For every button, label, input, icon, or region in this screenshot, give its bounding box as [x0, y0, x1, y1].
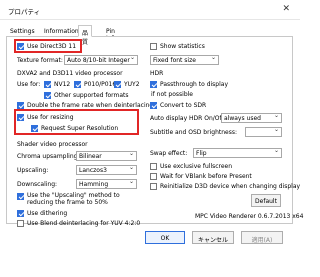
highlight-resizing: [14, 109, 139, 135]
apply-button[interactable]: 適用(A): [241, 231, 283, 244]
checkbox-icon: [150, 183, 157, 190]
checkbox-icon: [150, 163, 157, 170]
p010-checkbox[interactable]: P010/P016: [74, 80, 116, 89]
chroma-label: Chroma upsampling:: [17, 153, 80, 160]
yuy2-label: YUY2: [124, 81, 140, 88]
highlight-d3d11: [14, 39, 82, 53]
checkbox-icon: [150, 173, 157, 180]
other-formats-checkbox[interactable]: Other supported formats: [44, 91, 129, 100]
hdr-group-label: HDR: [150, 70, 164, 77]
use-for-label: Use for:: [17, 81, 41, 88]
reinitialize-checkbox[interactable]: Reinitialize D3D device when changing di…: [150, 182, 300, 191]
yuy2-checkbox[interactable]: YUY2: [114, 80, 140, 89]
show-statistics-checkbox[interactable]: Show statistics: [150, 42, 205, 51]
texture-format-select[interactable]: Auto 8/10-bit Integer: [64, 55, 138, 65]
checkbox-icon: [150, 43, 157, 50]
ok-button[interactable]: OK: [145, 231, 185, 244]
auto-hdr-select[interactable]: always used: [221, 113, 282, 123]
other-formats-label: Other supported formats: [54, 92, 129, 99]
use-upscaling-method-label: Use the "Upscaling" method to reducing t…: [27, 192, 120, 206]
title-bar: プロパティ ✕: [0, 0, 300, 20]
font-size-select[interactable]: Fixed font size: [150, 55, 219, 65]
checkbox-icon: [17, 220, 24, 227]
subtitle-brightness-input[interactable]: [245, 127, 282, 137]
show-statistics-label: Show statistics: [160, 43, 205, 50]
use-dithering-checkbox[interactable]: Use dithering: [17, 209, 67, 218]
tab-quality[interactable]: 品質: [78, 25, 93, 46]
checkbox-icon: [17, 102, 24, 109]
auto-hdr-label: Auto display HDR On/Off:: [150, 115, 226, 122]
swap-effect-select[interactable]: Flip: [193, 148, 282, 158]
window-title: プロパティ: [8, 8, 41, 16]
upscaling-select[interactable]: Lanczos3: [76, 165, 137, 175]
checkbox-icon: [114, 81, 121, 88]
upscaling-label: Upscaling:: [17, 167, 49, 174]
swap-effect-label: Swap effect:: [150, 150, 188, 157]
nv12-checkbox[interactable]: NV12: [44, 80, 70, 89]
checkbox-icon: [150, 81, 157, 88]
shader-group-label: Shader video processor: [17, 141, 88, 148]
downscaling-label: Downscaling:: [17, 181, 58, 188]
checkbox-icon: [150, 102, 157, 109]
subtitle-brightness-label: Subtitle and OSD brightness:: [150, 129, 237, 136]
double-frame-label: Double the frame rate when deinterlacing: [27, 102, 154, 109]
use-blend-checkbox[interactable]: Use Blend deinterlacing for YUV 4:2:0: [17, 219, 140, 228]
texture-format-label: Texture format:: [17, 57, 63, 64]
downscaling-select[interactable]: Hamming: [76, 179, 137, 189]
checkbox-icon: [17, 193, 24, 200]
chroma-select[interactable]: Bilinear: [76, 151, 137, 161]
convert-sdr-label: Convert to SDR: [160, 102, 207, 109]
checkbox-icon: [17, 210, 24, 217]
checkbox-icon: [74, 81, 81, 88]
vblank-checkbox[interactable]: Wait for VBlank before Present: [150, 172, 252, 181]
passthrough-label: Passthrough to display: [160, 81, 228, 88]
exclusive-fullscreen-checkbox[interactable]: Use exclusive fullscreen: [150, 162, 232, 171]
if-not-possible-label: if not possible: [151, 91, 193, 98]
checkbox-icon: [44, 81, 51, 88]
version-label: MPC Video Renderer 0.6.7.2013 x64: [195, 213, 304, 220]
reinitialize-label: Reinitialize D3D device when changing di…: [160, 183, 301, 190]
exclusive-fullscreen-label: Use exclusive fullscreen: [160, 163, 233, 170]
default-button[interactable]: Default: [251, 194, 281, 207]
dxva-group-label: DXVA2 and D3D11 video processor: [17, 70, 123, 77]
use-blend-label: Use Blend deinterlacing for YUV 4:2:0: [27, 220, 141, 227]
convert-sdr-checkbox[interactable]: Convert to SDR: [150, 101, 206, 110]
cancel-button[interactable]: キャンセル: [192, 231, 234, 244]
checkbox-icon: [44, 92, 51, 99]
use-upscaling-method-checkbox[interactable]: Use the "Upscaling" method to reducing t…: [17, 192, 142, 206]
nv12-label: NV12: [54, 81, 71, 88]
close-icon[interactable]: ✕: [282, 4, 290, 14]
passthrough-checkbox[interactable]: Passthrough to display: [150, 80, 228, 89]
vblank-label: Wait for VBlank before Present: [160, 173, 252, 180]
p010-label: P010/P016: [84, 81, 117, 88]
use-dithering-label: Use dithering: [27, 210, 68, 217]
